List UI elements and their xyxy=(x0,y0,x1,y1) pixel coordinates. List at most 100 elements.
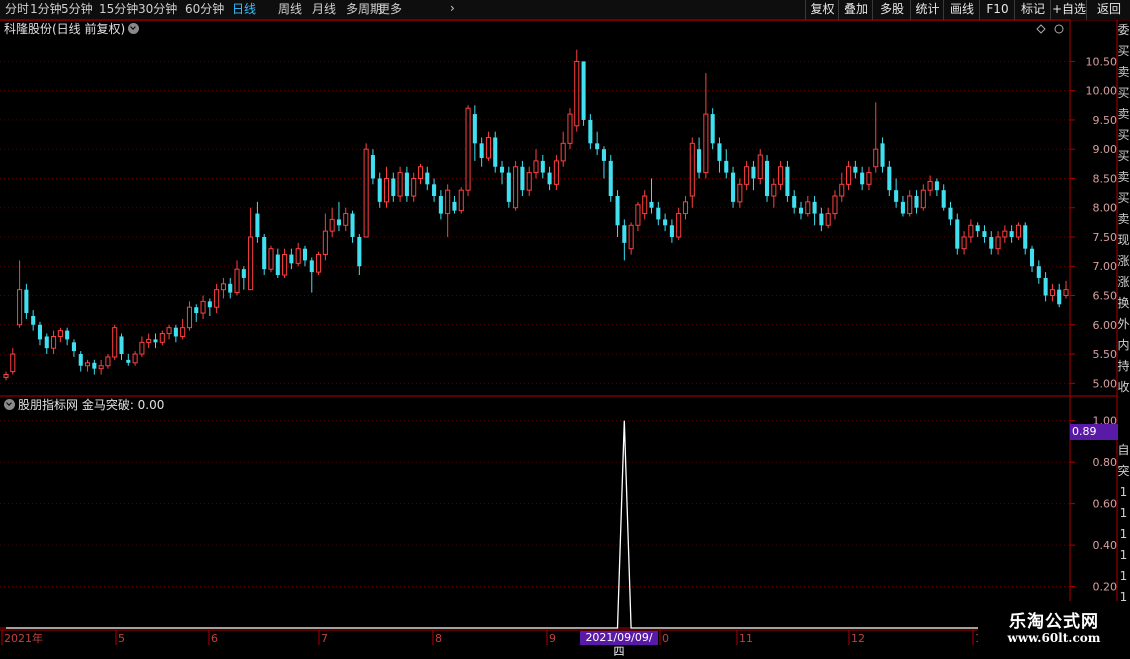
candle-body xyxy=(961,236,967,250)
candle-body xyxy=(343,213,349,226)
candle-body xyxy=(689,142,695,197)
candle xyxy=(622,219,627,261)
grid xyxy=(0,60,1070,588)
candle xyxy=(846,160,852,191)
candle xyxy=(383,166,390,208)
candle xyxy=(887,160,892,197)
candle xyxy=(866,166,872,191)
candle-body xyxy=(697,149,702,173)
candle xyxy=(595,131,600,156)
price-tick-label: 7.00 xyxy=(1093,260,1118,273)
candle-body xyxy=(37,324,43,340)
candle xyxy=(995,231,1001,255)
candle xyxy=(350,210,355,243)
candle-body xyxy=(357,236,362,267)
candle-body xyxy=(146,338,152,343)
candle xyxy=(1043,272,1048,302)
candle-body xyxy=(757,154,763,179)
candle xyxy=(894,178,899,208)
candle xyxy=(98,359,104,375)
candle xyxy=(588,114,593,150)
candle xyxy=(853,160,858,179)
candle xyxy=(499,160,505,185)
candle-body xyxy=(635,204,641,226)
diamond-icon[interactable] xyxy=(1036,24,1046,34)
candle-body xyxy=(968,224,974,238)
candle-body xyxy=(560,142,566,162)
candle-body xyxy=(615,196,620,226)
candle-body xyxy=(105,356,111,367)
right-strip-label: 突 xyxy=(1117,464,1130,478)
candle xyxy=(1023,222,1028,255)
candle xyxy=(146,333,152,349)
candle-body xyxy=(724,160,729,173)
candle-body xyxy=(1063,289,1069,297)
candle-body xyxy=(608,160,613,197)
candle-body xyxy=(295,248,301,264)
candle xyxy=(731,166,736,208)
right-strip-label: 卖 xyxy=(1117,65,1130,79)
candle xyxy=(166,324,172,340)
candle-body xyxy=(553,160,559,185)
candlestick-series xyxy=(3,49,1069,381)
circle-icon[interactable] xyxy=(1054,24,1064,34)
candle-body xyxy=(927,180,933,191)
candle-body xyxy=(948,207,953,220)
watermark-title: 乐淘公式网 xyxy=(1009,612,1099,632)
price-tick-label: 9.50 xyxy=(1093,114,1118,127)
candle xyxy=(316,251,322,276)
indicator-tick-label: 0.40 xyxy=(1093,539,1118,552)
candle xyxy=(540,155,545,179)
candle xyxy=(934,178,939,197)
candle-body xyxy=(914,196,919,208)
candle-body xyxy=(703,113,709,174)
right-strip-label: 委 xyxy=(1117,23,1130,37)
right-strip-label: 涨 xyxy=(1117,275,1130,289)
candle xyxy=(452,196,457,214)
candle-body xyxy=(275,254,280,276)
candle-body xyxy=(1043,277,1048,296)
watermark-url: www.60lt.com xyxy=(1007,631,1101,645)
candle-body xyxy=(228,283,233,293)
candle-body xyxy=(894,190,899,202)
x-tick-label: 5 xyxy=(118,632,125,645)
candle xyxy=(200,295,206,319)
candle xyxy=(744,160,750,191)
candle xyxy=(968,219,974,243)
candle-body xyxy=(289,254,294,264)
candle-body xyxy=(51,335,57,349)
right-strip-label: 现 xyxy=(1117,233,1130,247)
right-strip-label: 自 xyxy=(1117,443,1130,457)
candle-body xyxy=(663,219,668,226)
candle xyxy=(907,190,913,217)
candle xyxy=(553,155,559,191)
candle-body xyxy=(71,342,76,352)
candle xyxy=(438,190,443,220)
candle xyxy=(458,187,464,214)
price-tick-label: 6.00 xyxy=(1093,319,1118,332)
candle xyxy=(357,234,362,276)
candle xyxy=(663,213,668,232)
right-strip-label xyxy=(1117,398,1130,419)
right-strip-label: 买 xyxy=(1117,86,1130,100)
candle-body xyxy=(98,365,104,370)
chart-canvas[interactable]: 10.50 10.00 9.50 9.00 8.50 8.00 7.50 7.00 6.50 6.… xyxy=(0,0,1130,650)
candle xyxy=(703,73,709,179)
candle xyxy=(1057,283,1062,308)
candle xyxy=(1049,283,1055,302)
right-strip-label: 1 xyxy=(1119,506,1128,520)
candle-body xyxy=(547,172,552,185)
candle-body xyxy=(370,155,375,179)
candle xyxy=(322,213,328,261)
candle-body xyxy=(194,307,199,314)
candle-body xyxy=(860,172,865,185)
candle-body xyxy=(574,60,580,127)
candle-body xyxy=(119,336,124,355)
candle-body xyxy=(282,254,288,276)
candle xyxy=(948,201,953,226)
candle-body xyxy=(220,283,226,291)
candle-body xyxy=(112,327,118,358)
candle-body xyxy=(207,301,212,308)
candle xyxy=(717,137,722,173)
candle xyxy=(493,131,498,173)
